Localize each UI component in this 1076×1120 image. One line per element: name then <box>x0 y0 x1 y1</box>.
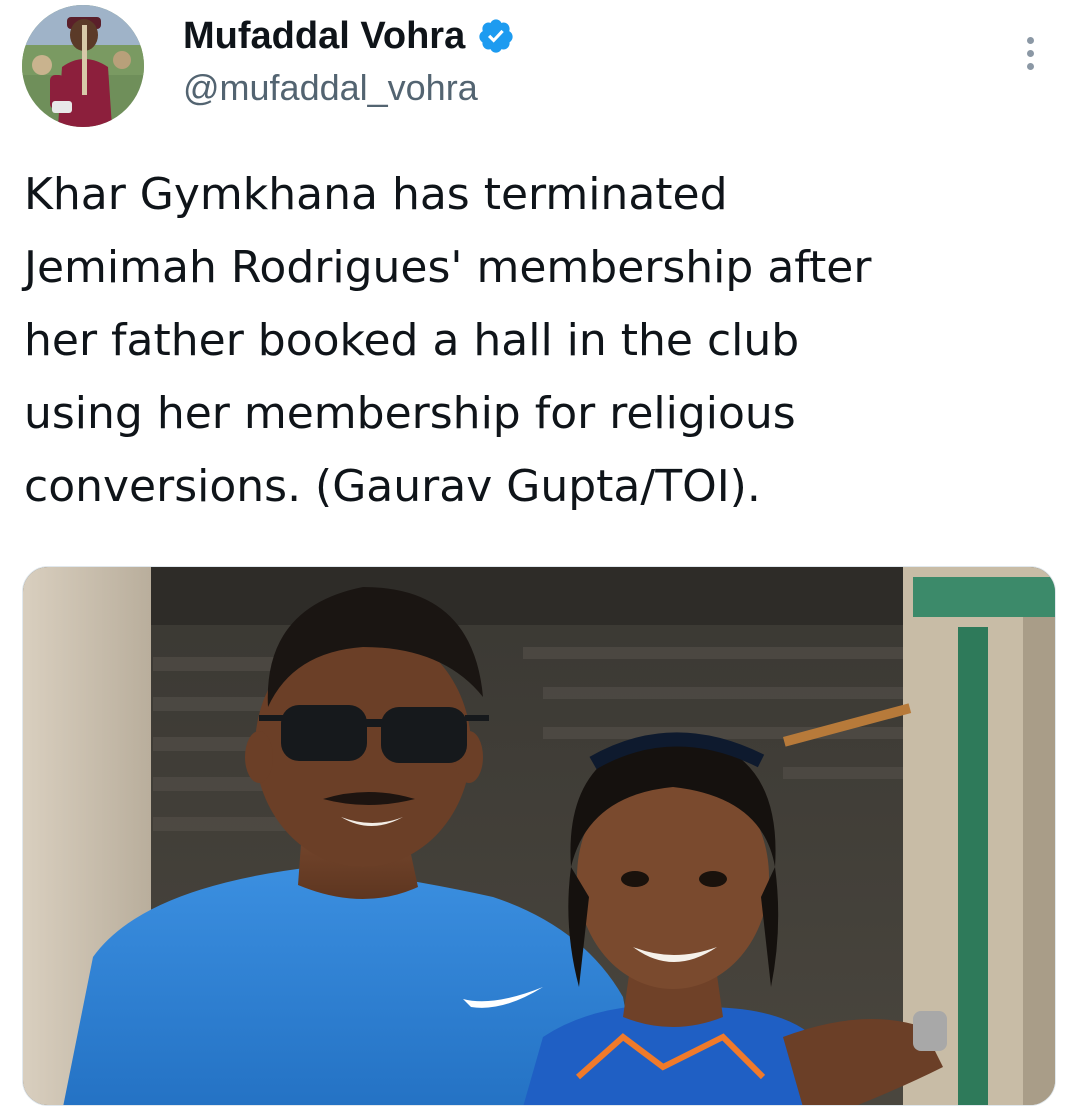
avatar[interactable] <box>22 5 144 127</box>
more-vertical-icon <box>1026 36 1034 44</box>
tweet-text: Khar Gymkhana has terminated Jemimah Rod… <box>24 158 1054 523</box>
author-handle[interactable]: @mufaddal_vohra <box>183 66 478 110</box>
more-options-button[interactable] <box>1010 28 1050 78</box>
avatar-image <box>22 5 144 127</box>
tweet-text-line: Khar Gymkhana has terminated <box>24 169 728 220</box>
more-vertical-icon-dot <box>1026 62 1034 70</box>
tweet-text-line: using her membership for religious <box>24 388 796 439</box>
tweet-text-line: her father booked a hall in the club <box>24 315 800 366</box>
tweet-media-photo[interactable] <box>22 566 1056 1106</box>
photo-illustration <box>23 567 1055 1105</box>
author-display-name[interactable]: Mufaddal Vohra <box>183 14 465 58</box>
tweet-text-line: conversions. (Gaurav Gupta/TOI). <box>24 461 761 512</box>
tweet-text-line: Jemimah Rodrigues' membership after <box>24 242 872 293</box>
author-name-row: Mufaddal Vohra <box>183 14 515 58</box>
more-vertical-icon-dot <box>1026 49 1034 57</box>
verified-badge-icon <box>479 19 513 53</box>
